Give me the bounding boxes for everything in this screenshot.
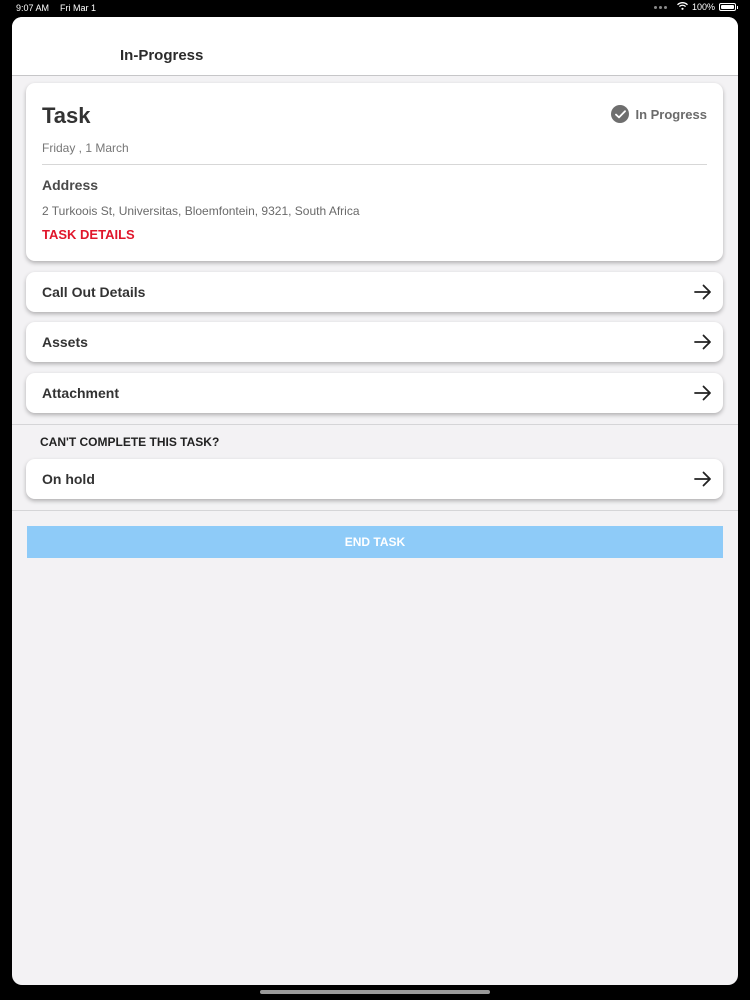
on-hold-label: On hold — [42, 471, 95, 487]
divider — [42, 164, 707, 165]
nav-header: In-Progress — [12, 17, 738, 76]
status-text: In Progress — [635, 106, 707, 122]
arrow-right-icon — [693, 383, 713, 403]
status-bar: 9:07 AM Fri Mar 1 100% — [0, 0, 750, 16]
status-time: 9:07 AM — [16, 3, 50, 13]
task-title: Task — [42, 103, 91, 128]
battery-percent: 100% — [691, 2, 715, 12]
multitasking-dots — [653, 5, 667, 9]
cant-complete-label: CAN'T COMPLETE THIS TASK? — [40, 435, 220, 449]
on-hold-row[interactable]: On hold — [26, 459, 723, 499]
task-date: Friday , 1 March — [42, 141, 129, 155]
arrow-right-icon — [693, 332, 713, 352]
status-date: Fri Mar 1 — [60, 3, 96, 13]
home-indicator[interactable] — [260, 990, 490, 994]
arrow-right-icon — [693, 282, 713, 302]
section-divider — [12, 510, 738, 511]
task-card: Task In Progress Friday , 1 March Addres… — [26, 83, 723, 261]
attachment-label: Attachment — [42, 385, 120, 401]
address-value: 2 Turkoois St, Universitas, Bloemfontein… — [42, 204, 360, 218]
assets-label: Assets — [42, 334, 88, 350]
battery-icon — [719, 3, 738, 11]
arrow-right-icon — [693, 469, 713, 489]
status-right: 100% — [653, 2, 738, 12]
attachment-row[interactable]: Attachment — [26, 373, 723, 413]
section-divider — [12, 424, 738, 425]
status-badge: In Progress — [611, 105, 707, 123]
task-details-link[interactable]: TASK DETAILS — [42, 227, 135, 242]
wifi-icon — [677, 2, 688, 12]
address-label: Address — [42, 177, 99, 193]
end-task-button[interactable]: END TASK — [27, 526, 723, 558]
assets-row[interactable]: Assets — [26, 322, 723, 362]
page-title: In-Progress — [120, 47, 204, 64]
call-out-details-label: Call Out Details — [42, 284, 146, 300]
call-out-details-row[interactable]: Call Out Details — [26, 272, 723, 312]
app-screen: In-Progress Task In Progress Friday , 1 … — [12, 17, 738, 985]
check-circle-icon — [611, 105, 630, 123]
